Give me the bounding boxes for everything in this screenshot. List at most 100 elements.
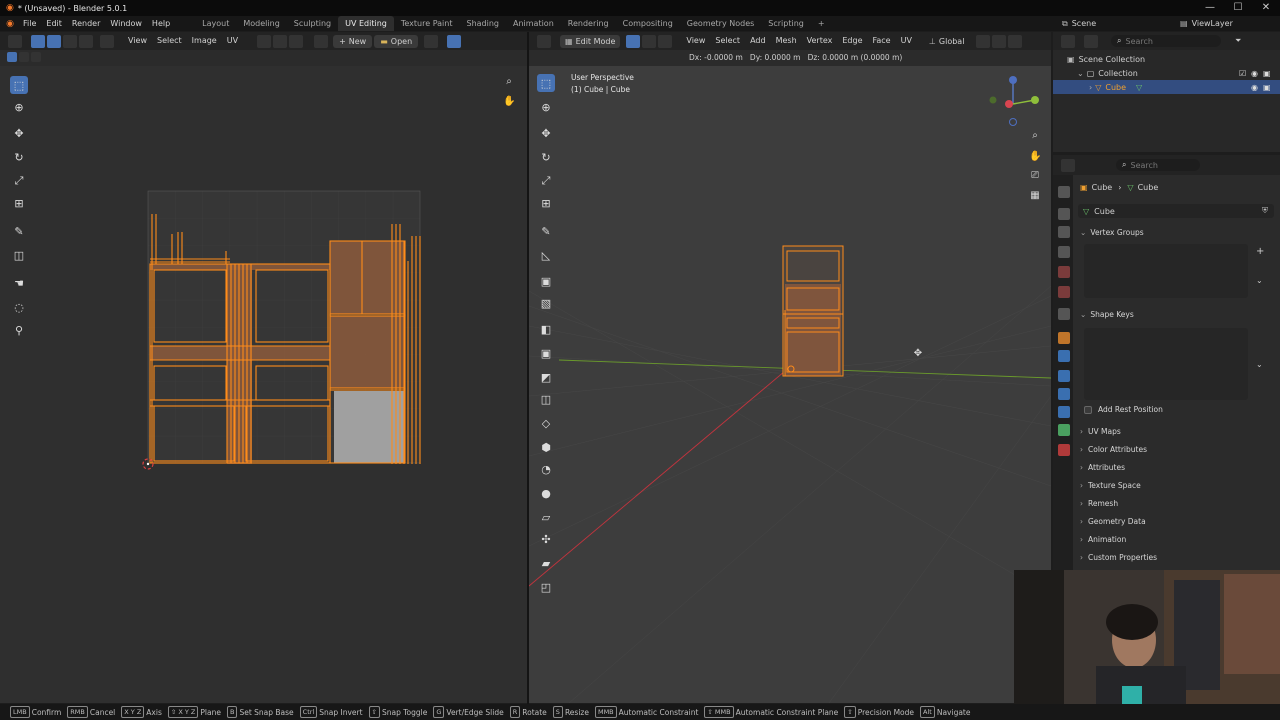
add-rest-position-row[interactable]: Add Rest Position xyxy=(1080,402,1163,418)
viewport-snap-icon[interactable] xyxy=(992,34,1007,48)
vp-rotate-tool-icon[interactable]: ↻ xyxy=(537,148,555,166)
uv-maps-panel-header[interactable]: › UV Maps xyxy=(1080,424,1121,440)
add-mesh-tool-icon[interactable]: ▧ xyxy=(537,294,555,312)
collection-row[interactable]: ⌄ ▢ Collection ☑ ◉ ▣ xyxy=(1077,66,1277,80)
camera-view-icon[interactable]: ⎚ xyxy=(1029,170,1041,182)
exclude-checkbox-icon[interactable]: ☑ xyxy=(1239,69,1246,78)
select-box-icon[interactable] xyxy=(7,52,17,62)
vp-measure-tool-icon[interactable]: ◺ xyxy=(537,246,555,264)
editor-type-icon[interactable] xyxy=(8,34,22,48)
vertex-groups-panel-header[interactable]: ⌄ Vertex Groups xyxy=(1080,225,1144,241)
viewport-menu-edge[interactable]: Edge xyxy=(837,32,867,50)
world-tab-icon[interactable] xyxy=(1058,286,1070,298)
extrude-tool-icon[interactable]: ◧ xyxy=(537,320,555,338)
add-vertex-group-icon[interactable]: + xyxy=(1256,246,1264,257)
cube-render-icon[interactable]: ▣ xyxy=(1263,83,1271,92)
vp-select-tool-icon[interactable]: ⬚ xyxy=(537,74,555,92)
fake-user-icon[interactable]: ⛨ xyxy=(1262,206,1268,216)
uv-menu-uv[interactable]: UV xyxy=(222,32,243,50)
menu-file[interactable]: File xyxy=(18,16,41,31)
tab-texture-paint[interactable]: Texture Paint xyxy=(394,16,460,31)
viewport-scene[interactable] xyxy=(529,66,1051,703)
render-tab-icon[interactable] xyxy=(1058,208,1070,220)
vp-move-tool-icon[interactable]: ✥ xyxy=(537,124,555,142)
pivot-icon[interactable] xyxy=(257,34,272,48)
uv-vertex-select-icon[interactable] xyxy=(47,34,61,48)
particles-tab-icon[interactable] xyxy=(1058,370,1070,382)
mesh-name-field[interactable]: ▽ Cube ⛨ xyxy=(1078,204,1274,218)
uv-edge-select-icon[interactable] xyxy=(63,34,77,48)
shape-keys-panel-header[interactable]: ⌄ Shape Keys xyxy=(1080,307,1134,323)
transform-orientation-selector[interactable]: ⊥ Global xyxy=(929,37,965,46)
color-attributes-panel-header[interactable]: › Color Attributes xyxy=(1080,442,1147,458)
tab-scripting[interactable]: Scripting xyxy=(761,16,811,31)
visibility-eye-icon[interactable]: ◉ xyxy=(1251,69,1258,78)
tab-geometry-nodes[interactable]: Geometry Nodes xyxy=(680,16,761,31)
minimize-button[interactable]: — xyxy=(1196,0,1224,16)
uv-menu-view[interactable]: View xyxy=(123,32,152,50)
constraints-tab-icon[interactable] xyxy=(1058,406,1070,418)
viewport-menu-select[interactable]: Select xyxy=(710,32,745,50)
outliner-editor-type-icon[interactable] xyxy=(1061,34,1075,48)
viewport-proportional-icon[interactable] xyxy=(1008,34,1023,48)
add-rest-position-checkbox[interactable] xyxy=(1084,406,1092,414)
uv-menu-select[interactable]: Select xyxy=(152,32,187,50)
properties-search-input[interactable]: ⌕ Search xyxy=(1116,159,1200,171)
outliner-search-input[interactable]: ⌕ Search xyxy=(1111,35,1221,47)
menu-window[interactable]: Window xyxy=(105,16,147,31)
close-button[interactable]: ✕ xyxy=(1252,0,1280,16)
edge-slide-tool-icon[interactable]: ▱ xyxy=(537,508,555,526)
display-mode-icon[interactable] xyxy=(1084,34,1098,48)
viewport-menu-mesh[interactable]: Mesh xyxy=(771,32,802,50)
shrink-fatten-tool-icon[interactable]: ✣ xyxy=(537,530,555,548)
view-layer-tab-icon[interactable] xyxy=(1058,246,1070,258)
knife-tool-icon[interactable]: ◇ xyxy=(537,414,555,432)
spin-tool-icon[interactable]: ◔ xyxy=(537,460,555,478)
output-tab-icon[interactable] xyxy=(1058,226,1070,238)
tab-compositing[interactable]: Compositing xyxy=(616,16,680,31)
scene-selector[interactable]: ⧉ Scene xyxy=(1062,16,1096,31)
viewport-menu-uv[interactable]: UV xyxy=(896,32,917,50)
animation-panel-header[interactable]: › Animation xyxy=(1080,532,1126,548)
uv-menu-image[interactable]: Image xyxy=(187,32,222,50)
image-browse-icon[interactable] xyxy=(314,34,329,48)
scene-tab-icon[interactable] xyxy=(1058,266,1070,278)
select-subtract-icon[interactable] xyxy=(31,52,41,62)
render-camera-icon[interactable]: ▣ xyxy=(1263,69,1271,78)
vp-annotate-tool-icon[interactable]: ✎ xyxy=(537,222,555,240)
viewport-editor-type-icon[interactable] xyxy=(537,34,551,48)
shear-tool-icon[interactable]: ▰ xyxy=(537,554,555,572)
tab-sculpting[interactable]: Sculpting xyxy=(287,16,338,31)
uv-sync-icon[interactable] xyxy=(31,34,45,48)
new-image-button[interactable]: + New xyxy=(333,34,373,48)
pin-icon[interactable] xyxy=(424,34,439,48)
shape-key-menu-icon[interactable]: ⌄ xyxy=(1256,360,1263,369)
properties-editor-type-icon[interactable] xyxy=(1061,158,1075,172)
object-tab-icon[interactable] xyxy=(1058,332,1070,344)
3d-viewport[interactable]: User Perspective (1) Cube | Cube ⬚ ⊕ ✥ ↻… xyxy=(529,66,1051,703)
tab-uv-editing[interactable]: UV Editing xyxy=(338,16,394,31)
tab-rendering[interactable]: Rendering xyxy=(561,16,616,31)
attributes-panel-header[interactable]: › Attributes xyxy=(1080,460,1125,476)
material-tab-icon[interactable] xyxy=(1058,444,1070,456)
pivot-point-icon[interactable] xyxy=(976,34,991,48)
menu-help[interactable]: Help xyxy=(147,16,175,31)
uv-editor[interactable]: ⬚ ⊕ ✥ ↻ ⤢ ⊞ ✎ ◫ ☚ ◌ ⚲ ⌕ ✋ xyxy=(0,66,527,703)
texture-space-panel-header[interactable]: › Texture Space xyxy=(1080,478,1141,494)
vp-zoom-icon[interactable]: ⌕ xyxy=(1029,130,1041,142)
viewport-menu-vertex[interactable]: Vertex xyxy=(802,32,838,50)
loop-cut-tool-icon[interactable]: ◫ xyxy=(537,390,555,408)
cube-visibility-eye-icon[interactable]: ◉ xyxy=(1251,83,1258,92)
navigation-gizmo[interactable] xyxy=(989,74,1045,130)
shape-keys-list[interactable] xyxy=(1084,328,1248,400)
vp-transform-tool-icon[interactable]: ⊞ xyxy=(537,194,555,212)
gizmo-icon[interactable] xyxy=(447,34,462,48)
vp-cursor-tool-icon[interactable]: ⊕ xyxy=(537,98,555,116)
vertex-groups-list[interactable] xyxy=(1084,244,1248,298)
vertex-group-menu-icon[interactable]: ⌄ xyxy=(1256,276,1263,285)
geometry-data-panel-header[interactable]: › Geometry Data xyxy=(1080,514,1146,530)
poly-build-tool-icon[interactable]: ⬢ xyxy=(537,438,555,456)
cube-row[interactable]: › ▽ Cube ▽ ◉ ▣ xyxy=(1053,80,1280,94)
tool-tab-icon[interactable] xyxy=(1058,186,1070,198)
blender-menu-icon[interactable]: ◉ xyxy=(2,19,18,29)
